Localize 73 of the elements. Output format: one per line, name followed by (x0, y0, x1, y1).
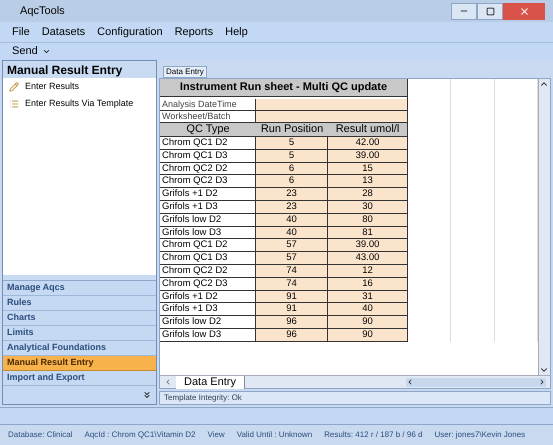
field-input[interactable] (256, 99, 407, 110)
table-cell[interactable]: 40 (256, 226, 328, 238)
column-header: QC Type (185, 123, 231, 136)
table-cell[interactable]: 96 (256, 328, 328, 341)
table-cell[interactable]: 81 (328, 226, 407, 238)
table-cell[interactable]: 74 (256, 278, 328, 290)
menu-item[interactable]: File (12, 24, 30, 40)
table-cell[interactable]: 74 (256, 264, 328, 277)
table-cell[interactable]: 40 (328, 303, 407, 316)
nav-button[interactable]: Limits (3, 326, 156, 341)
table-cell[interactable]: 39.00 (328, 150, 407, 162)
table-cell[interactable]: 90 (328, 328, 407, 341)
table-cell[interactable]: 5 (256, 150, 328, 162)
table-cell[interactable]: 42.00 (328, 137, 407, 149)
table-cell[interactable]: 39.00 (328, 239, 407, 252)
sheet-title: Instrument Run sheet - Multi QC update (160, 79, 407, 97)
window-title: AqcTools (20, 4, 65, 19)
table-cell[interactable]: 91 (256, 303, 328, 316)
column-header: Run Position (260, 123, 324, 136)
square-icon (486, 6, 494, 16)
table-cell[interactable]: 6 (256, 175, 328, 188)
menu-item[interactable]: Datasets (42, 24, 86, 40)
chevron-icon[interactable] (142, 390, 152, 400)
table-cell[interactable]: 6 (256, 162, 328, 174)
list-icon (9, 98, 19, 108)
status-text: View (208, 429, 225, 441)
table-cell[interactable]: 91 (256, 290, 328, 302)
pencil-icon (9, 82, 19, 92)
vertical-scrollbar[interactable] (538, 79, 550, 375)
status-text: Results: 412 r / 187 b / 96 d (324, 429, 422, 441)
maximize-button[interactable] (477, 2, 503, 20)
table-cell[interactable]: 43.00 (328, 252, 407, 264)
table-cell[interactable]: 16 (328, 278, 407, 290)
nav-button[interactable]: Charts (3, 311, 156, 326)
horizontal-scrollbar[interactable] (406, 378, 546, 386)
table-cell[interactable]: 12 (328, 264, 407, 277)
table-cell[interactable]: 96 (256, 316, 328, 328)
close-icon (518, 6, 530, 16)
table-cell[interactable]: 57 (256, 252, 328, 264)
menu-item[interactable]: Help (225, 24, 248, 40)
table-cell[interactable]: 13 (328, 175, 407, 188)
field-input[interactable] (256, 111, 407, 122)
nav-button[interactable]: Rules (3, 296, 156, 311)
send-button[interactable]: Send (12, 43, 38, 60)
document-tab[interactable]: Data Entry (163, 66, 207, 78)
menu-item[interactable]: Reports (174, 24, 214, 40)
task-item[interactable]: Enter Results Via Template (3, 95, 156, 112)
table-cell[interactable]: 90 (328, 316, 407, 328)
menu-item[interactable]: Configuration (97, 24, 163, 40)
table-cell[interactable]: 30 (328, 200, 407, 213)
status-text: User: jones7\Kevin Jones (434, 429, 526, 441)
nav-button[interactable]: Analytical Foundations (3, 341, 156, 356)
table-cell[interactable]: 31 (328, 290, 407, 302)
status-text: Valid Until : Unknown (236, 429, 312, 441)
column-header: Result umol/l (334, 123, 400, 136)
status-text: Database: Clinical (8, 429, 72, 441)
dropdown-icon[interactable] (42, 47, 51, 56)
table-cell[interactable]: 80 (328, 214, 407, 226)
nav-button[interactable]: Import and Export (3, 371, 156, 386)
table-cell[interactable]: 15 (328, 162, 407, 174)
table-cell[interactable]: 5 (256, 137, 328, 149)
table-cell[interactable]: 28 (328, 188, 407, 200)
integrity-text: Template Integrity: Ok (164, 392, 242, 404)
status-text: AqcId : Chrom QC1\Vitamin D2 (84, 429, 196, 441)
task-item[interactable]: Enter Results (3, 78, 156, 95)
table-cell[interactable]: 23 (256, 188, 328, 200)
table-cell[interactable]: 40 (256, 214, 328, 226)
nav-button[interactable]: Manage Aqcs (3, 281, 156, 296)
sheet-tab[interactable]: Data Entry (176, 376, 245, 388)
sidebar-header: Manual Result Entry (3, 61, 156, 78)
nav-button[interactable]: Manual Result Entry (3, 356, 156, 371)
table-cell[interactable]: 23 (256, 200, 328, 213)
table-cell[interactable]: 57 (256, 239, 328, 252)
